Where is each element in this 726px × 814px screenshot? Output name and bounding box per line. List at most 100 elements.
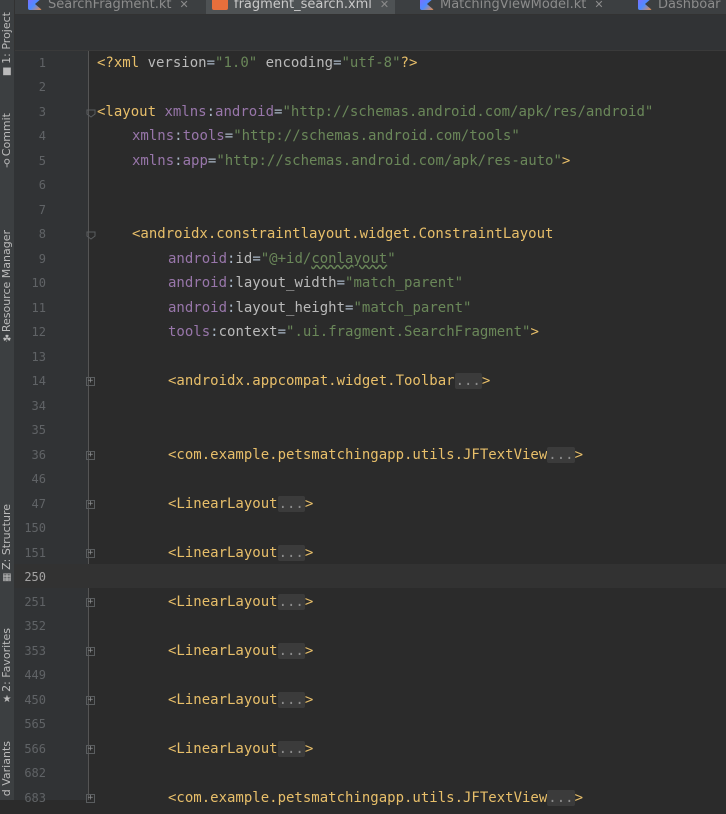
folded-region[interactable]: ... (277, 594, 305, 610)
attr-value: "1.0" (215, 55, 258, 71)
code-line-251: <LinearLayout...> (168, 590, 313, 614)
left-tool-strip: 1: Project ■ Commit ⚲ Resource Manager ☘… (0, 0, 15, 800)
tab-dashboard[interactable]: Dashboar (632, 0, 726, 14)
attr-name: encoding (265, 55, 334, 71)
kotlin-file-icon (28, 0, 42, 10)
close-icon[interactable]: ✕ (380, 0, 389, 11)
code-line-353: <LinearLayout...> (168, 639, 313, 663)
line-number: 35 (31, 423, 46, 437)
tool-favorites[interactable]: 2: Favorites ★ (0, 612, 14, 706)
code-line-4: xmlns:tools="http://schemas.android.com/… (132, 128, 520, 144)
tag-close: > (304, 643, 314, 659)
code-line-14: <androidx.appcompat.widget.Toolbar...> (168, 369, 490, 393)
tab-matchingviewmodel-kt[interactable]: MatchingViewModel.kt ✕ (414, 0, 610, 14)
attr-value: "@+id/ (260, 251, 312, 267)
folded-region[interactable]: ... (277, 545, 305, 561)
attr-value: ".ui.fragment.SearchFragment" (286, 324, 531, 340)
fold-open-icon[interactable] (86, 108, 96, 118)
tab-searchfragment-kt[interactable]: SearchFragment.kt ✕ (22, 0, 195, 14)
tag-name: <androidx.constraintlayout.widget.Constr… (132, 226, 554, 242)
fold-expand-icon[interactable]: + (86, 696, 95, 705)
line-number: 36 (31, 448, 46, 462)
tag-name: <LinearLayout (168, 741, 278, 757)
tag-name: <LinearLayout (168, 594, 278, 610)
fold-expand-icon[interactable]: + (86, 377, 95, 386)
line-number: 3 (38, 105, 46, 119)
folded-region[interactable]: ... (277, 643, 305, 659)
tool-structure[interactable]: Z: Structure ▦ (0, 488, 14, 584)
editor-header-strip (14, 15, 726, 51)
line-number: 683 (24, 791, 46, 805)
tab-fragment-search-xml[interactable]: fragment_search.xml ✕ (206, 0, 396, 14)
fold-open-icon[interactable] (86, 230, 96, 240)
fold-expand-icon[interactable]: + (86, 794, 95, 803)
line-number: 449 (24, 668, 46, 682)
tag-name: <com.example.petsmatchingapp.utils.JFTex… (168, 790, 548, 806)
tool-commit[interactable]: Commit ⚲ (0, 92, 14, 170)
line-number: 4 (38, 129, 46, 143)
line-number: 47 (31, 497, 46, 511)
tool-label: Commit (0, 112, 13, 156)
fold-expand-icon[interactable]: + (86, 598, 95, 607)
fold-expand-icon[interactable]: + (86, 647, 95, 656)
line-number: 14 (31, 374, 46, 388)
close-icon[interactable]: ✕ (180, 0, 189, 11)
folded-region[interactable]: ... (277, 741, 305, 757)
code-line-8: <androidx.constraintlayout.widget.Constr… (132, 222, 553, 246)
attr-value: "http://schemas.android.com/apk/res/andr… (282, 104, 654, 120)
editor-tab-bar: SearchFragment.kt ✕ fragment_search.xml … (14, 0, 726, 15)
tag-close: > (574, 447, 584, 463)
line-number: 12 (31, 325, 46, 339)
folded-region[interactable]: ... (547, 447, 575, 463)
tool-build-variants[interactable]: d Variants (0, 734, 14, 814)
tag-close: > (304, 692, 314, 708)
attr-value: " (387, 251, 396, 267)
code-line-12: tools:context=".ui.fragment.SearchFragme… (168, 324, 539, 340)
line-number: 7 (38, 203, 46, 217)
attr-name: context (218, 324, 278, 340)
line-number: 565 (24, 717, 46, 731)
folder-icon: ■ (2, 66, 12, 77)
tag-name: <LinearLayout (168, 545, 278, 561)
tool-label: d Variants (0, 740, 13, 796)
tab-label: fragment_search.xml (234, 0, 372, 12)
attr-name: layout_height (235, 300, 346, 316)
xml-declaration: <?xml (97, 55, 148, 71)
folded-region[interactable]: ... (277, 496, 305, 512)
folded-region[interactable]: ... (454, 373, 482, 389)
tag-name: <LinearLayout (168, 643, 278, 659)
tag-name: <com.example.petsmatchingapp.utils.JFTex… (168, 447, 548, 463)
code-line-1: <?xml version="1.0" encoding="utf-8"?> (97, 55, 418, 71)
fold-expand-icon[interactable]: + (86, 500, 95, 509)
close-icon[interactable]: ✕ (594, 0, 603, 11)
fold-expand-icon[interactable]: + (86, 745, 95, 754)
line-number: 8 (38, 227, 46, 241)
namespace: xmlns (132, 153, 175, 169)
fold-expand-icon[interactable]: + (86, 451, 95, 460)
tag-close: > (304, 545, 314, 561)
line-number: 5 (38, 154, 46, 168)
tool-project[interactable]: 1: Project ■ (0, 0, 14, 78)
folded-region[interactable]: ... (547, 790, 575, 806)
tag-name: <LinearLayout (168, 692, 278, 708)
folded-region[interactable]: ... (277, 692, 305, 708)
line-number: 150 (24, 521, 46, 535)
attr-name: app (182, 153, 208, 169)
star-icon: ★ (2, 694, 12, 705)
resource-manager-icon: ☘ (2, 334, 12, 345)
line-number: 1 (38, 56, 46, 70)
namespace: tools (168, 324, 211, 340)
line-number: 6 (38, 178, 46, 192)
attr-value-id: conlayout (311, 251, 388, 267)
line-number: 251 (24, 595, 46, 609)
tag-close: > (304, 496, 314, 512)
attr-value: "match_parent" (353, 300, 472, 316)
fold-expand-icon[interactable]: + (86, 549, 95, 558)
tool-resource-manager[interactable]: Resource Manager ☘ (0, 206, 14, 346)
tool-label: Resource Manager (0, 229, 13, 332)
line-number: 10 (31, 276, 46, 290)
tag-name: <layout (97, 104, 165, 120)
line-number: 9 (38, 252, 46, 266)
code-line-5: xmlns:app="http://schemas.android.com/ap… (132, 153, 571, 169)
tab-label: Dashboar (658, 0, 721, 12)
